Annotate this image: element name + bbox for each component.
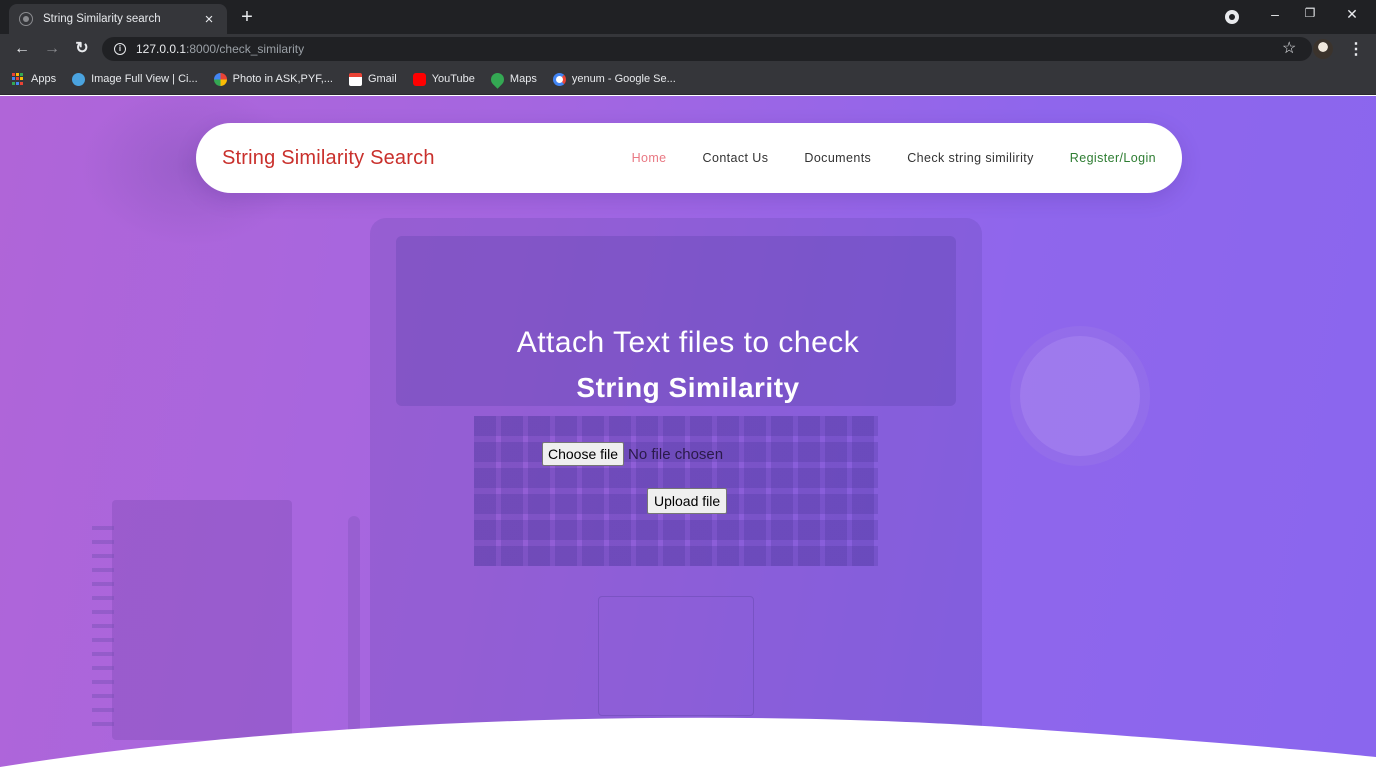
restore-icon[interactable]: ❐ — [1300, 6, 1320, 20]
bookmark-image-full-view[interactable]: Image Full View | Ci... — [72, 72, 198, 86]
maps-pin-icon — [488, 69, 507, 89]
notebook-background-image — [112, 500, 292, 740]
file-status-text: No file chosen — [628, 445, 724, 463]
info-icon[interactable]: i — [114, 43, 126, 55]
apps-icon — [12, 72, 25, 86]
nav-links: Home Contact Us Documents Check string s… — [596, 151, 1156, 165]
browser-tab[interactable]: String Similarity search × — [9, 4, 227, 34]
laptop-background-image — [370, 218, 982, 738]
url-host: 127.0.0.1 — [136, 42, 187, 56]
nav-home[interactable]: Home — [632, 151, 667, 165]
bookmark-youtube[interactable]: YouTube — [412, 72, 475, 86]
site-navbar: String Similarity Search Home Contact Us… — [196, 123, 1182, 193]
bookmark-star-icon[interactable]: ☆ — [1282, 38, 1296, 58]
minimize-icon[interactable]: – — [1265, 6, 1285, 22]
nav-register-login[interactable]: Register/Login — [1070, 151, 1156, 165]
bookmark-maps[interactable]: Maps — [488, 69, 537, 89]
pinwheel-icon — [213, 72, 227, 86]
google-icon — [552, 72, 566, 86]
bookmark-label: Maps — [509, 73, 537, 85]
kebab-menu-icon[interactable]: ⋮ — [1348, 39, 1364, 59]
tab-close-icon[interactable]: × — [201, 11, 217, 28]
forward-arrow-icon[interactable]: → — [42, 39, 62, 59]
file-input[interactable]: Choose file No file chosen — [542, 442, 723, 466]
bookmark-label: yenum - Google Se... — [571, 73, 676, 85]
hero-headline: Attach Text files to check — [516, 326, 860, 359]
nav-contact-us[interactable]: Contact Us — [703, 151, 769, 165]
globe-icon — [72, 72, 86, 86]
reload-icon[interactable]: ↻ — [72, 39, 92, 59]
hero-subheadline: String Similarity — [576, 372, 800, 403]
bookmark-label: Apps — [31, 73, 57, 85]
bottom-wave-decoration — [0, 717, 1376, 769]
chrome-indicator-icon[interactable] — [1225, 10, 1239, 24]
notebook-rings-decoration — [92, 516, 114, 726]
bookmarks-bar: Apps Image Full View | Ci... Photo in AS… — [0, 64, 1376, 95]
tab-title: String Similarity search — [43, 13, 161, 25]
laptop-trackpad-decoration — [598, 596, 754, 716]
nav-documents[interactable]: Documents — [804, 151, 871, 165]
url-text[interactable]: 127.0.0.1:8000/check_similarity — [136, 42, 304, 56]
site-favicon-icon — [19, 12, 33, 26]
site-brand[interactable]: String Similarity Search — [222, 147, 435, 170]
youtube-icon — [412, 72, 426, 86]
back-arrow-icon[interactable]: ← — [12, 39, 32, 59]
hero-section: String Similarity Search Home Contact Us… — [0, 96, 1376, 769]
url-path: :8000/check_similarity — [186, 42, 305, 56]
new-tab-button[interactable]: + — [236, 6, 258, 29]
bookmark-photo[interactable]: Photo in ASK,PYF,... — [213, 72, 333, 86]
browser-toolbar: ← → ↻ i 127.0.0.1:8000/check_similarity … — [0, 34, 1376, 64]
bookmark-label: Gmail — [367, 73, 397, 85]
bookmark-label: Image Full View | Ci... — [91, 73, 198, 85]
upload-file-button[interactable]: Upload file — [647, 488, 728, 514]
address-bar[interactable]: i 127.0.0.1:8000/check_similarity — [102, 37, 1312, 61]
bookmark-gmail[interactable]: Gmail — [348, 72, 397, 86]
bookmark-google-search[interactable]: yenum - Google Se... — [552, 72, 676, 86]
choose-file-button[interactable]: Choose file — [542, 442, 625, 466]
bookmark-apps[interactable]: Apps — [12, 72, 57, 86]
profile-avatar[interactable] — [1313, 39, 1333, 59]
bookmark-label: Photo in ASK,PYF,... — [232, 73, 333, 85]
bookmark-label: YouTube — [431, 73, 475, 85]
gmail-icon — [348, 72, 362, 86]
nav-check-string-similarity[interactable]: Check string similirity — [907, 151, 1034, 165]
window-close-icon[interactable]: ✕ — [1342, 6, 1362, 23]
browser-tab-strip: String Similarity search × + – ❐ ✕ — [0, 0, 1376, 34]
